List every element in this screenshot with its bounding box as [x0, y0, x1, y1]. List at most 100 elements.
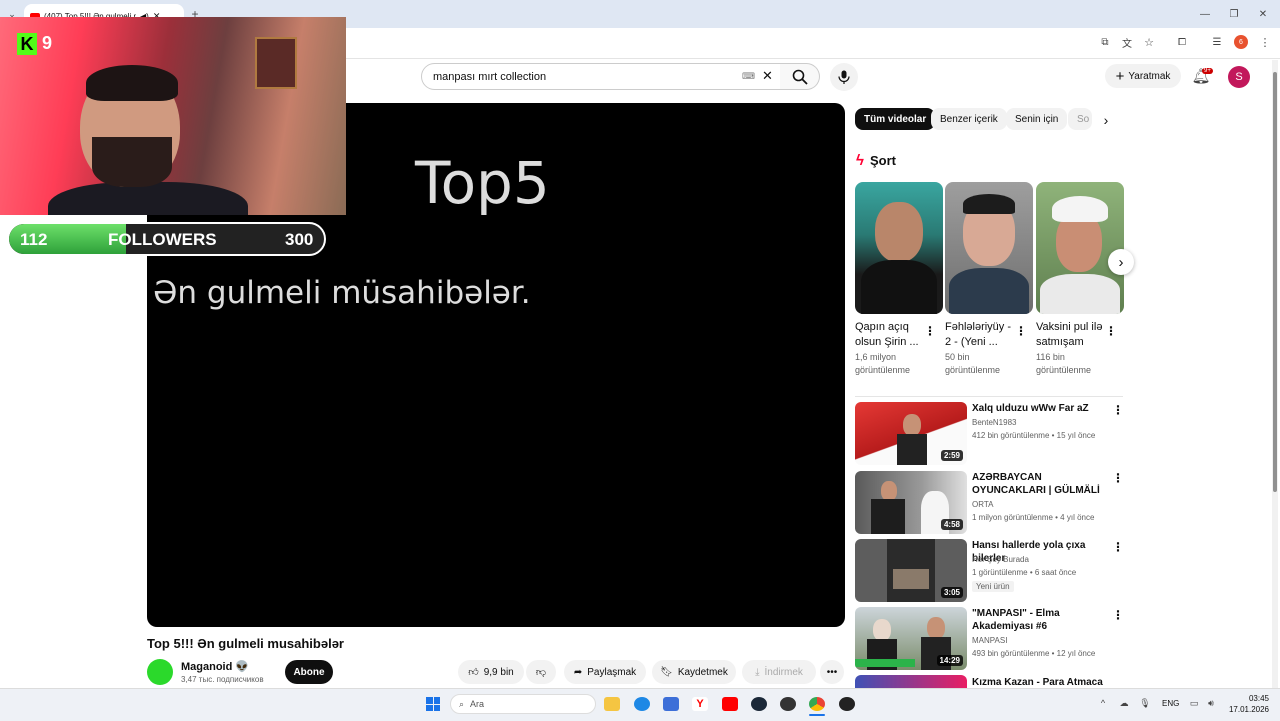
- rec-menu-icon[interactable]: ⋮: [1112, 471, 1124, 485]
- clock-time: 03:45: [1248, 694, 1269, 703]
- taskbar-search[interactable]: ⌕ Ara: [450, 694, 596, 714]
- microphone-tray-icon[interactable]: 🎙︎: [1139, 697, 1151, 709]
- rec-channel[interactable]: BenteN1983: [972, 418, 1016, 427]
- window-close-icon[interactable]: ✕: [1256, 7, 1270, 21]
- search-icon: [792, 69, 808, 85]
- profile-badge[interactable]: 6: [1234, 35, 1248, 49]
- video-title: Top 5!!! Ən gulmeli musahibələr: [147, 636, 344, 651]
- channel-avatar[interactable]: [147, 659, 173, 685]
- shorts-heading-label: Şort: [869, 153, 896, 168]
- active-app-indicator: [809, 714, 825, 716]
- tray-overflow-icon[interactable]: ^: [1097, 697, 1109, 709]
- video-overlay-subtitle: Ən gulmeli müsahibələr.: [153, 275, 531, 311]
- scrollbar-thumb[interactable]: [1273, 72, 1277, 492]
- rec-meta: 412 bin görüntülenme • 15 yıl önce: [972, 431, 1096, 440]
- browser-menu-icon[interactable]: ⋮: [1258, 35, 1272, 49]
- shorts-logo-icon: ϟ: [856, 152, 864, 169]
- streamer-hair: [86, 65, 178, 101]
- start-windows-icon[interactable]: [426, 697, 440, 711]
- plus-icon: +: [1115, 67, 1125, 85]
- file-explorer-icon[interactable]: [604, 697, 620, 711]
- short-views: 116 bin görüntülenme: [1036, 352, 1092, 375]
- rec-channel[interactable]: MANPASI: [972, 636, 1007, 645]
- app-icon[interactable]: [839, 697, 855, 711]
- language-indicator[interactable]: ENG: [1162, 699, 1179, 708]
- short-views: 1,6 milyon görüntülenme: [855, 352, 911, 375]
- store-icon[interactable]: [663, 697, 679, 711]
- rec-thumb-hands: [893, 569, 929, 589]
- short-thumbnail[interactable]: [855, 182, 943, 314]
- download-button[interactable]: ⤓ İndirmek: [742, 660, 816, 684]
- channel-name[interactable]: Maganoid 👽: [181, 660, 249, 673]
- system-clock[interactable]: 03:45 17.01.2026: [1225, 693, 1269, 715]
- chip-partial[interactable]: So: [1068, 108, 1092, 130]
- like-count: 9,9 bin: [483, 666, 514, 678]
- short-menu-icon[interactable]: ⋮: [1015, 324, 1027, 338]
- minimize-icon[interactable]: —: [1198, 7, 1212, 21]
- short-menu-icon[interactable]: ⋮: [1105, 324, 1117, 338]
- followers-goal-bar: 112 FOLLOWERS 300: [7, 222, 326, 256]
- rec-thumbnail[interactable]: 4:58: [855, 471, 967, 534]
- shorts-next-icon[interactable]: ›: [1108, 249, 1134, 275]
- rec-channel[interactable]: ORTA: [972, 500, 993, 509]
- more-actions-button[interactable]: •••: [820, 660, 844, 684]
- install-app-icon[interactable]: ⧉: [1098, 35, 1112, 49]
- rec-title[interactable]: AZƏRBAYCAN OYUNCAKLARI | GÜLMÄLİ HADİSÄL…: [972, 471, 1108, 497]
- subscribe-button[interactable]: Abone: [285, 660, 333, 684]
- rec-title[interactable]: "MANPASI" - Elma Akademiyası #6: [972, 607, 1108, 633]
- rec-thumbnail[interactable]: 2:59: [855, 402, 967, 465]
- short-title[interactable]: Fəhlələriyüy - 2 - (Yeni ...: [945, 320, 1017, 350]
- chips-next-chevron-icon[interactable]: ›: [1099, 112, 1113, 128]
- edge-browser-icon[interactable]: [634, 697, 650, 711]
- chip-all-videos[interactable]: Tüm videolar: [855, 108, 936, 130]
- youtube-app-icon[interactable]: [722, 697, 738, 711]
- rec-thumbnail[interactable]: 3:05: [855, 539, 967, 602]
- short-title[interactable]: Qapın açıq olsun Şirin ...: [855, 320, 927, 350]
- account-avatar[interactable]: S: [1228, 66, 1250, 88]
- create-button[interactable]: + Yaratmak: [1105, 64, 1181, 88]
- dislike-button[interactable]: 👎︎: [526, 660, 556, 684]
- search-input[interactable]: manpası mırt collection ⌨ ✕: [421, 63, 781, 90]
- short-body: [1040, 274, 1120, 314]
- search-button[interactable]: [780, 63, 820, 90]
- steam-icon[interactable]: [751, 697, 767, 711]
- keyboard-icon[interactable]: ⌨: [742, 71, 755, 82]
- rec-menu-icon[interactable]: ⋮: [1112, 608, 1124, 622]
- rec-thumb-face: [903, 414, 921, 436]
- clear-search-icon[interactable]: ✕: [762, 68, 773, 84]
- short-menu-icon[interactable]: ⋮: [924, 324, 936, 338]
- short-title[interactable]: Vaksini pul ilə satmışam: [1036, 320, 1108, 350]
- rec-title[interactable]: Xalq ulduzu wWw Far aZ: [972, 402, 1108, 415]
- streamer-body: [48, 182, 248, 215]
- yandex-browser-icon[interactable]: Y: [692, 697, 708, 711]
- volume-icon[interactable]: 🔊︎: [1205, 697, 1217, 709]
- rec-thumbnail[interactable]: 14:29: [855, 607, 967, 670]
- display-icon[interactable]: ▭: [1188, 697, 1200, 709]
- extensions-icon[interactable]: ⧠: [1175, 35, 1189, 49]
- voice-search-button[interactable]: [830, 63, 858, 91]
- rec-meta: 1 görüntülenme • 6 saat önce: [972, 568, 1077, 577]
- chrome-icon[interactable]: [809, 697, 825, 711]
- rec-channel[interactable]: Her Şey Burada: [972, 555, 1029, 564]
- notifications-badge: 9+: [1202, 68, 1213, 74]
- bookmark-star-icon[interactable]: ☆: [1142, 35, 1156, 49]
- short-thumbnail[interactable]: [1036, 182, 1124, 314]
- rec-thumbnail[interactable]: [855, 675, 967, 688]
- section-divider: [855, 396, 1123, 397]
- tab-search-icon[interactable]: ☰: [1210, 35, 1224, 49]
- like-button[interactable]: 👍︎ 9,9 bin: [458, 660, 524, 684]
- restore-icon[interactable]: ❐: [1227, 7, 1241, 21]
- share-button[interactable]: ➦ Paylaşmak: [564, 660, 646, 684]
- rec-thumb-face: [927, 617, 945, 639]
- rec-menu-icon[interactable]: ⋮: [1112, 540, 1124, 554]
- rec-menu-icon[interactable]: ⋮: [1112, 403, 1124, 417]
- save-button[interactable]: 🔖︎ Kaydetmek: [652, 660, 736, 684]
- short-thumbnail[interactable]: [945, 182, 1033, 314]
- chip-for-you[interactable]: Senin için: [1006, 108, 1068, 130]
- network-icon[interactable]: ☁: [1117, 697, 1131, 709]
- translate-icon[interactable]: 文: [1120, 35, 1134, 50]
- obs-icon[interactable]: [780, 697, 796, 711]
- chip-related[interactable]: Benzer içerik: [931, 108, 1007, 130]
- rec-thumb-face: [881, 481, 897, 501]
- wall-picture: [255, 37, 297, 89]
